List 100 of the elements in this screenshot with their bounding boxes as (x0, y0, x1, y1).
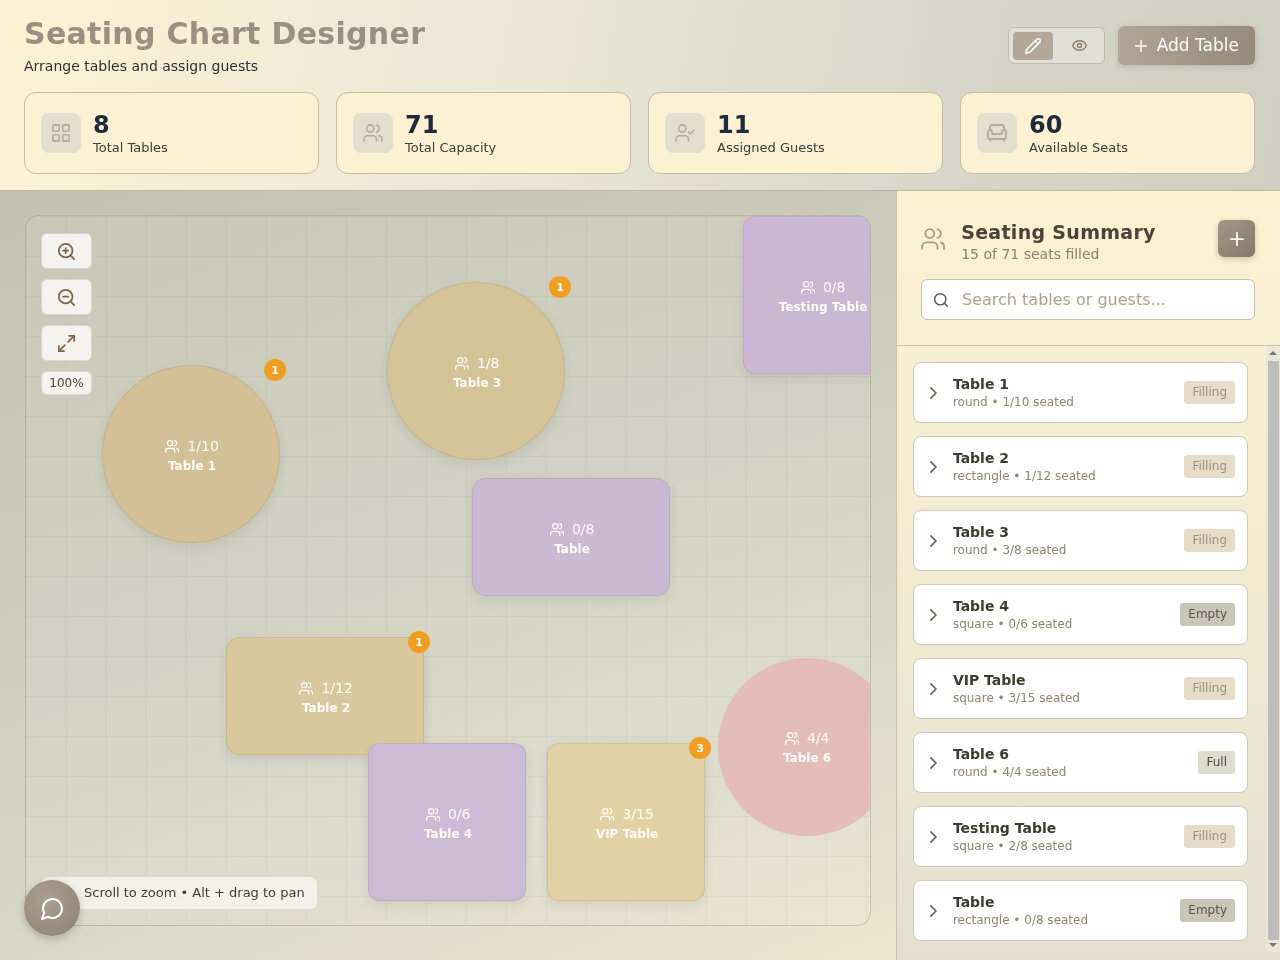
table-detail: square • 0/6 seated (952, 615, 1073, 633)
plus-icon (1134, 39, 1147, 52)
table-detail: square • 2/8 seated (952, 837, 1073, 855)
seat-count: 3/15 (622, 805, 654, 824)
table-list-item[interactable]: Table rectangle • 0/8 seated Empty (913, 880, 1248, 941)
table-name: Table 1 (167, 458, 217, 474)
stat-value: 71 (405, 110, 440, 139)
chevron-right-icon (930, 460, 937, 473)
table-detail: round • 4/4 seated (952, 763, 1067, 781)
table-name: Table 3 (452, 375, 502, 391)
table-name: VIP Table (595, 826, 659, 842)
table-list-item[interactable]: Table 3 round • 3/8 seated Filling (913, 510, 1248, 571)
search-field[interactable]: Search tables or guests... (921, 279, 1255, 320)
chevron-right-icon (930, 904, 937, 917)
table-status: Empty (1180, 603, 1235, 626)
zoom-in-button[interactable] (41, 233, 92, 269)
chevron-right-icon (930, 608, 937, 621)
stat-label: Total Tables (93, 138, 168, 156)
table-status: Full (1198, 751, 1235, 774)
seat-count: 4/4 (806, 729, 830, 748)
pencil-icon (1024, 37, 1041, 54)
chevron-right-icon (930, 682, 937, 695)
table-status: Filling (1184, 381, 1235, 404)
table-name: Testing Table (952, 818, 1058, 838)
chat-bubble-icon (40, 896, 64, 920)
zoom-out-icon (58, 288, 75, 306)
stat-label: Total Capacity (405, 138, 497, 156)
search-icon (934, 293, 948, 307)
users-icon (549, 522, 564, 536)
table-name: Table 1 (952, 374, 1010, 394)
zoom-level: 100% (41, 371, 92, 395)
users-icon (800, 280, 815, 294)
table-detail: rectangle • 0/8 seated (952, 911, 1089, 929)
table-status: Filling (1184, 529, 1235, 552)
app-title: Seating Chart Designer (24, 16, 426, 52)
table-status: Filling (1184, 455, 1235, 478)
scrollbar[interactable] (1266, 346, 1280, 952)
chevron-right-icon (930, 830, 937, 843)
armchair-icon (987, 124, 1007, 142)
table-list-item[interactable]: VIP Table square • 3/15 seated Filling (913, 658, 1248, 719)
table-status: Filling (1184, 825, 1235, 848)
chevron-right-icon (930, 534, 937, 547)
table-detail: rectangle • 1/12 seated (952, 467, 1096, 485)
users-icon (454, 356, 469, 370)
table-list-item[interactable]: Table 4 square • 0/6 seated Empty (913, 584, 1248, 645)
table-list-item[interactable]: Testing Table square • 2/8 seated Filling (913, 806, 1248, 867)
edit-mode-button[interactable] (1012, 31, 1053, 60)
users-icon (165, 439, 180, 453)
table-status: Empty (1180, 899, 1235, 922)
users-icon (299, 681, 314, 695)
table-status: Filling (1184, 677, 1235, 700)
table-name: Table 2 (301, 700, 351, 716)
chevron-right-icon (930, 756, 937, 769)
app-subtitle: Arrange tables and assign guests (24, 57, 259, 76)
stat-value: 60 (1029, 110, 1064, 139)
table-name: Table (952, 892, 996, 912)
guest-count-badge: 1 (264, 359, 286, 381)
seat-count: 0/8 (822, 278, 846, 297)
expand-icon (58, 334, 75, 352)
table-name: Table 6 (952, 744, 1010, 764)
eye-icon (1072, 40, 1088, 51)
zoom-out-button[interactable] (41, 279, 92, 315)
table-list-item[interactable]: Table 1 round • 1/10 seated Filling (913, 362, 1248, 423)
zoom-in-icon (58, 242, 75, 260)
add-button[interactable] (1218, 220, 1255, 257)
plus-icon (1229, 231, 1244, 246)
guest-count-badge: 1 (549, 276, 571, 298)
table-list-item[interactable]: Table 2 rectangle • 1/12 seated Filling (913, 436, 1248, 497)
guest-count-badge: 3 (689, 737, 711, 759)
users-icon (363, 124, 383, 142)
stat-value: 8 (93, 110, 111, 139)
table-name: Table 6 (782, 750, 832, 766)
table-name: Table 4 (952, 596, 1010, 616)
summary-subtitle: 15 of 71 seats filled (961, 245, 1101, 264)
table-detail: round • 3/8 seated (952, 541, 1067, 559)
users-icon (425, 807, 440, 821)
table-list-item[interactable]: Table 6 round • 4/4 seated Full (913, 732, 1248, 793)
table-name: Table (554, 541, 590, 557)
users-icon (921, 228, 946, 250)
users-icon (600, 807, 615, 821)
table-name: Table 4 (423, 826, 473, 842)
stat-value: 11 (717, 110, 752, 139)
table-name: Testing Table (778, 299, 868, 315)
guest-count-badge: 1 (408, 631, 430, 653)
stat-label: Assigned Guests (717, 138, 825, 156)
table-name: VIP Table (952, 670, 1027, 690)
table-detail: round • 1/10 seated (952, 393, 1074, 411)
stat-label: Available Seats (1029, 138, 1129, 156)
seat-count: 0/6 (447, 805, 471, 824)
chevron-right-icon (930, 386, 937, 399)
grid-icon (52, 124, 70, 142)
table-detail: square • 3/15 seated (952, 689, 1080, 707)
users-icon (784, 731, 799, 745)
seat-count: 0/8 (571, 520, 595, 539)
seat-count: 1/8 (476, 354, 500, 373)
user-check-icon (675, 124, 695, 142)
fit-view-button[interactable] (41, 325, 92, 361)
summary-title: Seating Summary (961, 220, 1156, 244)
seat-count: 1/12 (321, 679, 353, 698)
table-name: Table 3 (952, 522, 1010, 542)
